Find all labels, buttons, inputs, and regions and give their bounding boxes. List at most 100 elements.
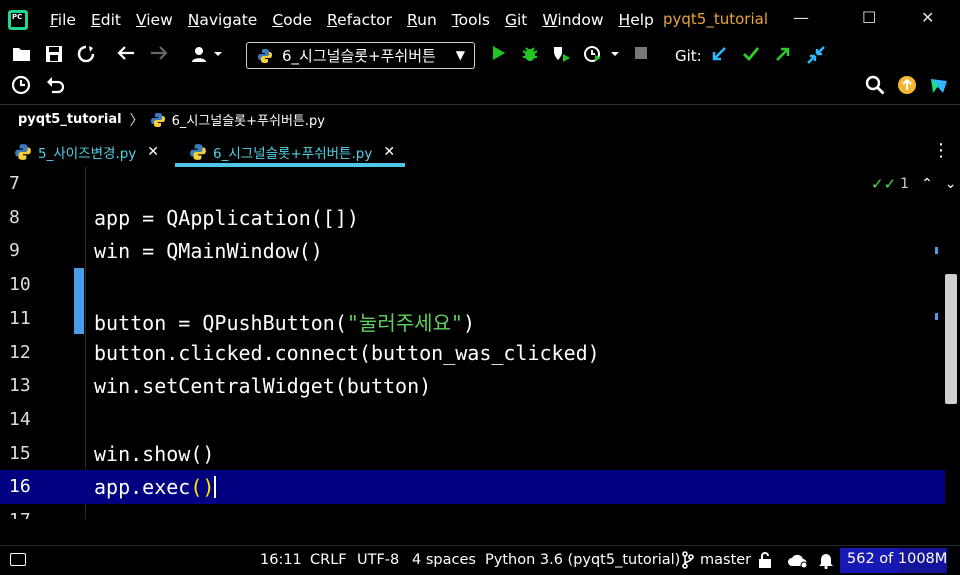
coverage-icon[interactable] (552, 45, 572, 68)
code-line[interactable]: 10 (0, 268, 945, 302)
line-number: 10 (9, 274, 31, 296)
menu-git[interactable]: Git (505, 11, 527, 29)
menu-tools[interactable]: Tools (452, 11, 490, 29)
code-text: button.clicked.connect(button_was_clicke… (94, 340, 600, 365)
line-number: 15 (9, 442, 31, 464)
line-number: 11 (9, 307, 31, 329)
code-line[interactable]: 14 (0, 403, 945, 437)
change-marker (74, 268, 84, 334)
git-merge-icon[interactable] (806, 45, 826, 70)
menu-window[interactable]: Window (542, 11, 603, 29)
close-tab-icon[interactable]: ✕ (383, 144, 395, 160)
menu-file[interactable]: File (50, 11, 76, 29)
tab-5-size-change[interactable]: 5_사이즈변경.py ✕ (0, 136, 169, 167)
history-clock-icon[interactable] (11, 75, 31, 100)
tab-label: 5_사이즈변경.py (38, 145, 137, 162)
line-separator[interactable]: CRLF (310, 552, 347, 568)
code-text: button = QPushButton("눌러주세요") (94, 310, 476, 335)
git-commit-icon[interactable] (742, 45, 760, 68)
scroll-change-mark (935, 247, 938, 254)
forward-arrow-icon[interactable] (150, 45, 168, 66)
code-line[interactable]: 17 (0, 504, 945, 519)
git-push-icon[interactable] (774, 45, 792, 68)
python-file-icon (258, 48, 272, 63)
code-line[interactable]: 7 (0, 167, 945, 201)
string-literal: "눌러주세요" (346, 310, 463, 335)
python-file-icon (190, 143, 206, 160)
menu-run[interactable]: Run (407, 11, 437, 29)
unlock-icon[interactable] (758, 551, 774, 573)
user-dropdown-icon[interactable] (190, 45, 226, 68)
line-number: 8 (9, 206, 20, 228)
menu-code[interactable]: Code (272, 11, 312, 29)
python-file-icon (150, 112, 165, 127)
run-icon[interactable] (490, 45, 506, 66)
code-line[interactable]: 12 button.clicked.connect(button_was_clic… (0, 336, 945, 370)
run-config-label: 6_시그널슬롯+푸쉬버튼 (282, 47, 436, 65)
search-everywhere-icon[interactable] (865, 75, 885, 100)
editor-tabs: 5_사이즈변경.py ✕ 6_시그널슬롯+푸쉬버튼.py ✕ (0, 136, 960, 167)
line-number: 12 (9, 341, 31, 363)
breadcrumb-file[interactable]: 6_시그널슬롯+푸쉬버튼.py (172, 110, 325, 129)
code-editor[interactable]: 7 8 app = QApplication([]) 9 win = QMainWind… (0, 167, 960, 519)
chevron-up-icon[interactable]: ⌃ (921, 176, 933, 192)
tab-label: 6_시그널슬롯+푸쉬버튼.py (213, 145, 373, 162)
line-number: 9 (9, 240, 20, 262)
more-vertical-icon[interactable]: ⋮ (932, 140, 950, 161)
memory-indicator[interactable]: 562 of 1008M (840, 548, 947, 573)
back-arrow-icon[interactable] (117, 45, 135, 66)
breadcrumb-project[interactable]: pyqt5_tutorial (18, 112, 122, 127)
code-line[interactable]: 11 button = QPushButton("눌러주세요") (0, 302, 945, 336)
code-line[interactable]: 8 app = QApplication([]) (0, 201, 945, 235)
code-line[interactable]: 13 win.setCentralWidget(button) (0, 369, 945, 403)
profile-dropdown-icon[interactable] (583, 45, 623, 68)
toggle-panels-icon[interactable] (10, 553, 26, 566)
sync-icon[interactable] (77, 45, 95, 68)
code-line[interactable]: 15 win.show() (0, 437, 945, 471)
editor-scrollbar[interactable] (945, 274, 957, 404)
status-bar (0, 545, 960, 575)
notifications-bell-icon[interactable] (818, 551, 834, 573)
git-branch-icon (682, 551, 694, 573)
indent-setting[interactable]: 4 spaces (412, 552, 476, 568)
double-check-icon: ✓✓ (871, 175, 897, 193)
code-text: win.show() (94, 441, 215, 466)
line-number: 16 (9, 476, 31, 498)
code-text: app = QApplication([]) (94, 205, 359, 230)
git-label: Git: (675, 47, 702, 65)
menu-bar: File Edit View Navigate Code Refactor Run Tools… (50, 11, 669, 29)
file-encoding[interactable]: UTF-8 (357, 552, 399, 568)
menu-edit[interactable]: Edit (91, 11, 121, 29)
update-available-icon[interactable] (897, 75, 917, 100)
git-update-icon[interactable] (710, 45, 728, 68)
open-folder-icon[interactable] (12, 45, 32, 68)
cloud-sync-icon[interactable] (787, 551, 809, 573)
code-line[interactable]: 16 app.exec() (0, 470, 945, 505)
code-text: win = QMainWindow() (94, 239, 323, 264)
line-number: 17 (9, 510, 31, 519)
inspection-widget[interactable]: ✓✓ 1 ⌃ ⌄ (871, 175, 957, 193)
git-branch[interactable]: master (700, 552, 751, 568)
menu-help[interactable]: Help (619, 11, 654, 29)
chevron-down-icon[interactable]: ⌄ (945, 176, 957, 192)
run-configuration-select[interactable]: 6_시그널슬롯+푸쉬버튼 ▼ (246, 42, 475, 69)
window-title: pyqt5_tutorial (663, 10, 768, 28)
code-line[interactable]: 9 win = QMainWindow() (0, 234, 945, 268)
code-with-me-icon[interactable] (929, 75, 949, 100)
close-window-button[interactable]: ✕ (921, 8, 934, 27)
pycharm-logo-icon: PC (8, 10, 28, 30)
save-icon[interactable] (45, 45, 63, 68)
stop-icon[interactable] (634, 45, 648, 65)
menu-refactor[interactable]: Refactor (327, 11, 392, 29)
menu-view[interactable]: View (136, 11, 173, 29)
python-file-icon (15, 143, 31, 160)
rollback-icon[interactable] (45, 75, 65, 100)
python-interpreter[interactable]: Python 3.6 (pyqt5_tutorial) (485, 552, 680, 568)
menu-navigate[interactable]: Navigate (188, 11, 258, 29)
tab-6-signal-slot[interactable]: 6_시그널슬롯+푸쉬버튼.py ✕ (175, 136, 406, 167)
close-tab-icon[interactable]: ✕ (147, 144, 159, 160)
minimize-button[interactable]: — (793, 8, 809, 27)
caret-position[interactable]: 16:11 (260, 552, 302, 568)
maximize-button[interactable]: ☐ (862, 8, 876, 27)
debug-icon[interactable] (521, 45, 539, 68)
